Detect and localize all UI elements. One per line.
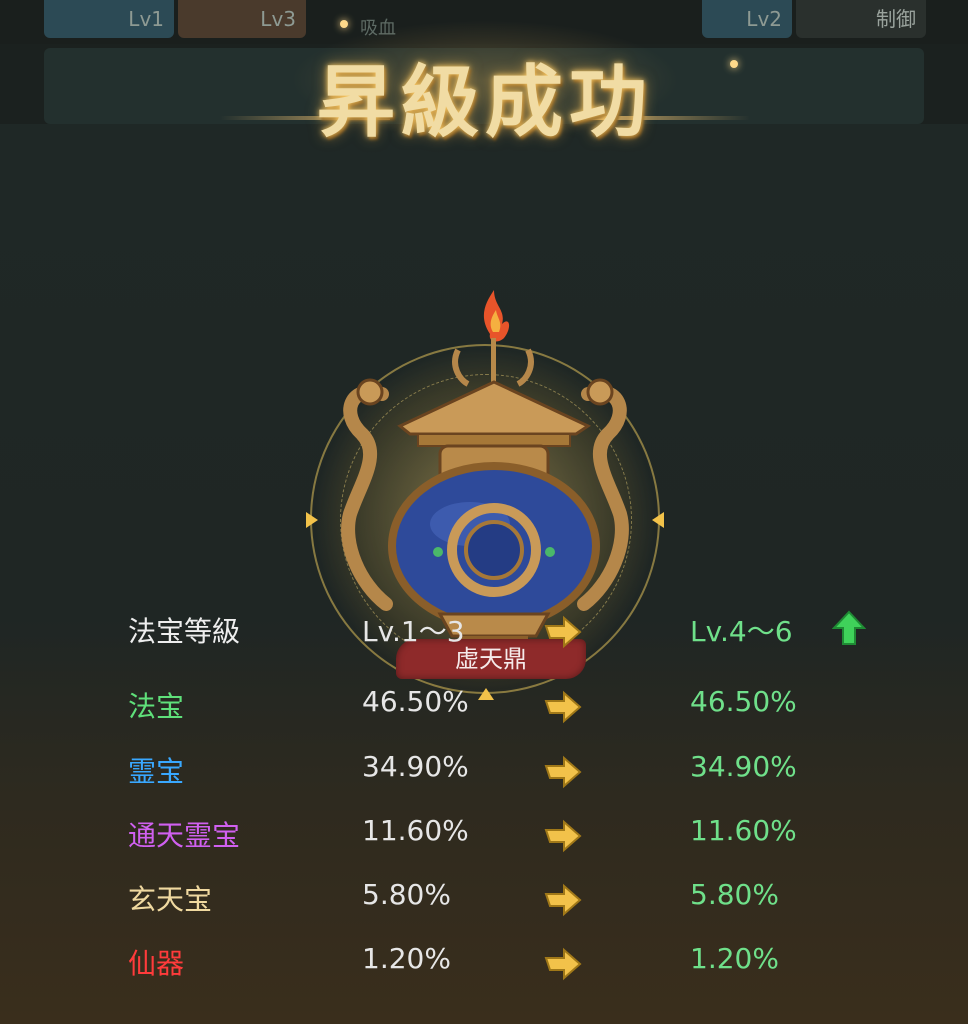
arrow-right-icon [544, 690, 582, 724]
rate-after: 46.50% [690, 685, 797, 718]
stat-row: 仙器 1.20% 1.20% [0, 936, 968, 986]
arrow-right-icon [544, 755, 582, 789]
stat-row: 玄天宝 5.80% 5.80% [0, 872, 968, 922]
rate-before: 1.20% [362, 942, 451, 975]
rate-after: 34.90% [690, 750, 797, 783]
rate-after: 11.60% [690, 814, 797, 847]
increase-up-arrow-icon [832, 610, 866, 645]
level-label: 法宝等級 [128, 615, 241, 648]
arrow-right-icon [544, 819, 582, 853]
rate-before: 11.60% [362, 814, 469, 847]
stat-row: 法宝 46.50% 46.50% [0, 679, 968, 729]
stat-row: 霊宝 34.90% 34.90% [0, 744, 968, 794]
rarity-label-fabao: 法宝 [128, 690, 185, 723]
stats-header-row: 法宝等級 Lv.1～3 Lv.4～6 [0, 604, 968, 654]
rarity-label-tongtian-lingbao: 通天霊宝 [128, 819, 241, 852]
arrow-right-icon [544, 883, 582, 917]
level-from-value: Lv.1～3 [362, 615, 465, 648]
rarity-label-xianqi: 仙器 [128, 947, 185, 980]
arrow-right-icon [544, 947, 582, 981]
background-tab-lv1: Lv1 [44, 0, 174, 38]
sparkle-icon [730, 60, 738, 68]
rate-before: 5.80% [362, 878, 451, 911]
banner-title: 昇級成功 [316, 57, 653, 148]
arrow-right-icon [544, 615, 582, 649]
rate-after: 5.80% [690, 878, 779, 911]
level-to-value: Lv.4～6 [690, 615, 793, 648]
stat-row: 通天霊宝 11.60% 11.60% [0, 808, 968, 858]
background-tab-control: 制御 [796, 0, 926, 38]
upgrade-result-panel[interactable]: 虚天鼎 法宝等級 Lv.1～3 Lv.4～6 法宝 46.50% 46.50% … [0, 124, 968, 1024]
rarity-label-lingbao: 霊宝 [128, 755, 185, 788]
rarity-label-xuantian-bao: 玄天宝 [128, 883, 213, 916]
rate-before: 46.50% [362, 685, 469, 718]
sparkle-icon [340, 20, 348, 28]
rate-after: 1.20% [690, 942, 779, 975]
upgrade-success-banner: 昇級成功 [190, 20, 780, 148]
rate-before: 34.90% [362, 750, 469, 783]
